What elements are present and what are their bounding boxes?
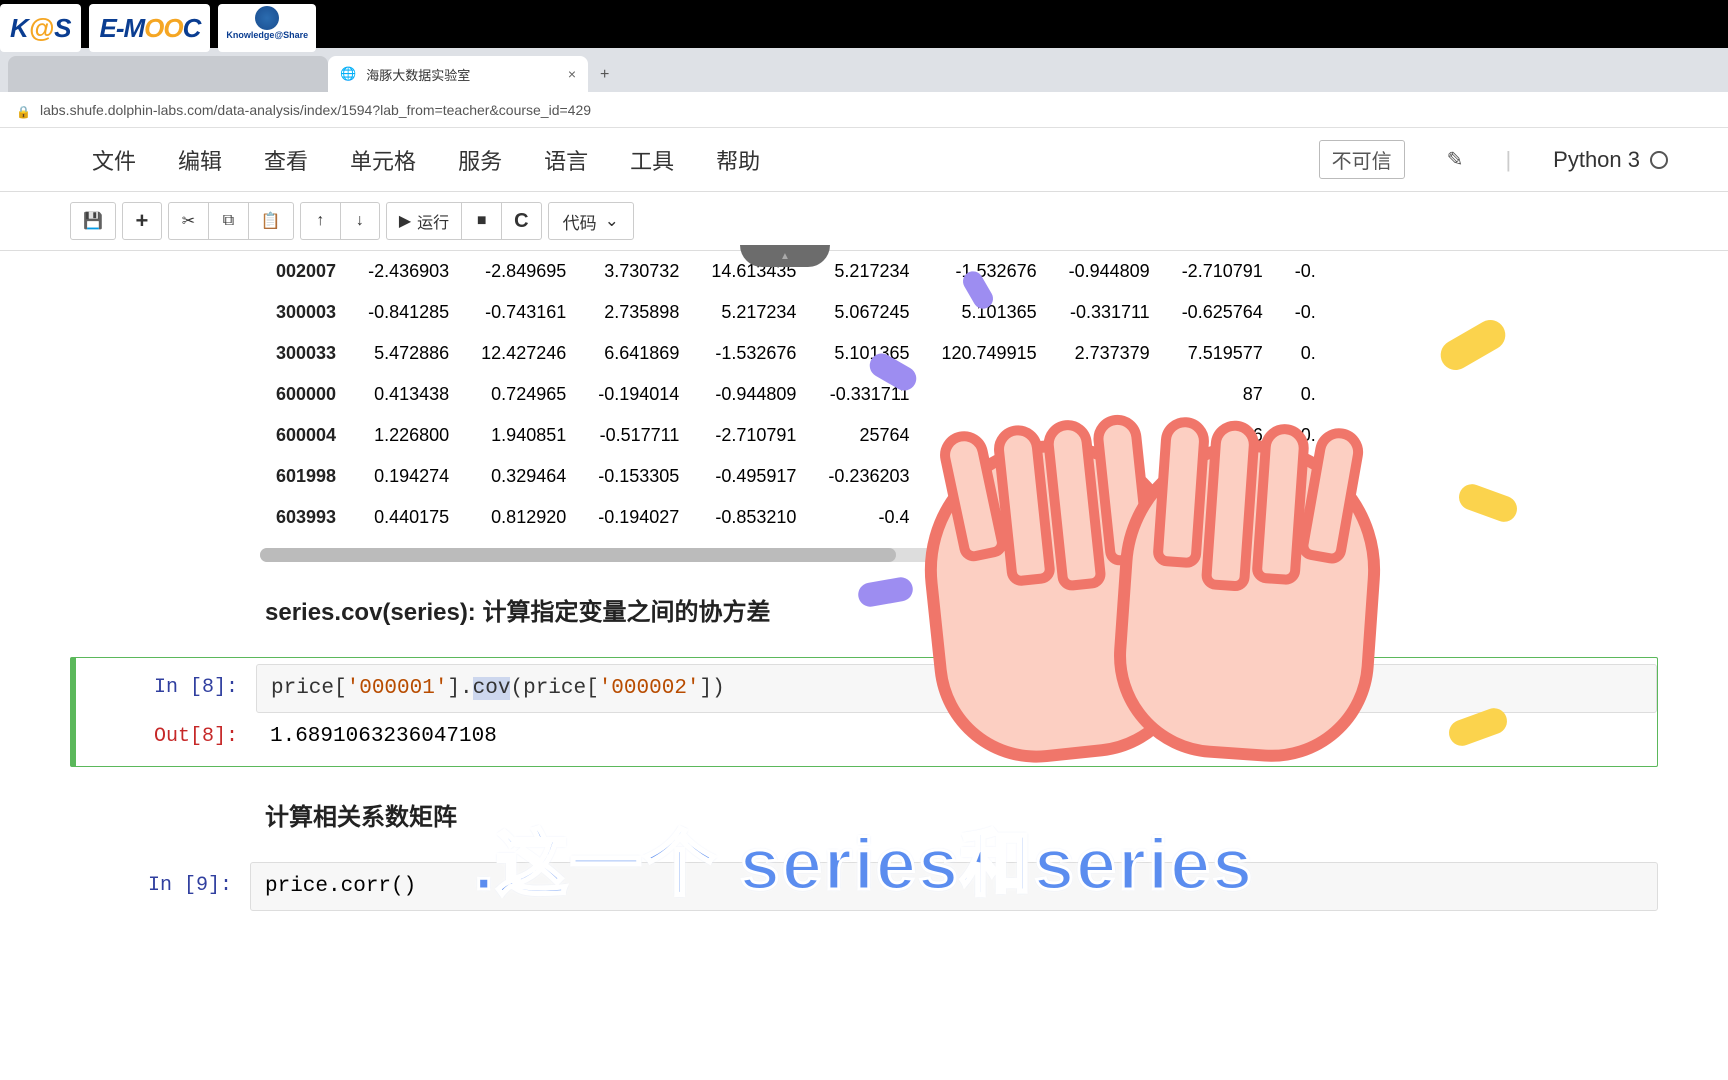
browser-tab-inactive[interactable] bbox=[8, 56, 328, 92]
table-cell: 1.940851 bbox=[465, 415, 582, 456]
table-cell: -2.710791 bbox=[695, 415, 812, 456]
stop-button[interactable]: ■ bbox=[461, 202, 501, 240]
menu-language[interactable]: 语言 bbox=[544, 144, 588, 176]
run-button[interactable]: ▶ 运行 bbox=[386, 202, 461, 240]
celltype-select[interactable]: 代码 ⌄ bbox=[548, 202, 634, 240]
menu-cell[interactable]: 单元格 bbox=[350, 144, 416, 176]
table-cell: 5.067245 bbox=[812, 292, 925, 333]
lock-icon bbox=[16, 103, 30, 117]
notebook-toolbar: 💾 + ✂ ⧉ 📋 ↑ ↓ ▶ 运行 ■ C 代码 ⌄ bbox=[0, 192, 1728, 251]
add-cell-button[interactable]: + bbox=[122, 202, 162, 240]
table-cell: -0.743161 bbox=[465, 292, 582, 333]
table-cell: -0.194027 bbox=[582, 497, 695, 538]
table-cell: 5.217234 bbox=[695, 292, 812, 333]
table-cell: -0.944809 bbox=[695, 374, 812, 415]
chevron-down-icon: ⌄ bbox=[605, 211, 619, 231]
table-cell: -0.153305 bbox=[582, 456, 695, 497]
kernel-status-icon bbox=[1650, 151, 1668, 169]
table-cell: -0.194014 bbox=[582, 374, 695, 415]
table-cell: 5.472886 bbox=[352, 333, 465, 374]
table-cell: 0.413438 bbox=[352, 374, 465, 415]
table-cell: 0.724965 bbox=[465, 374, 582, 415]
paste-button[interactable]: 📋 bbox=[248, 202, 294, 240]
table-cell: -0.517711 bbox=[582, 415, 695, 456]
logo-emooc: E-MOOC bbox=[89, 4, 210, 52]
menu-edit[interactable]: 编辑 bbox=[178, 144, 222, 176]
table-cell: -2.436903 bbox=[352, 251, 465, 292]
row-header: 300003 bbox=[260, 292, 352, 333]
in-prompt-8: In [8]: bbox=[76, 664, 256, 713]
menu-help[interactable]: 帮助 bbox=[716, 144, 760, 176]
save-button[interactable]: 💾 bbox=[70, 202, 116, 240]
table-cell: -2.710791 bbox=[1166, 251, 1279, 292]
table-cell: -1.532676 bbox=[926, 251, 1053, 292]
row-header: 601998 bbox=[260, 456, 352, 497]
table-cell: 0.329464 bbox=[465, 456, 582, 497]
output-collapse-handle[interactable] bbox=[740, 245, 830, 267]
move-up-button[interactable]: ↑ bbox=[300, 202, 340, 240]
kernel-indicator[interactable]: Python 3 bbox=[1553, 147, 1668, 173]
scrollbar-thumb[interactable] bbox=[260, 548, 896, 562]
subtitle-caption: .这一个 series和series bbox=[474, 805, 1254, 910]
row-header: 600004 bbox=[260, 415, 352, 456]
table-cell: 0.194274 bbox=[352, 456, 465, 497]
table-cell: -0.495917 bbox=[695, 456, 812, 497]
row-header: 600000 bbox=[260, 374, 352, 415]
table-cell: 0.812920 bbox=[465, 497, 582, 538]
row-header: 002007 bbox=[260, 251, 352, 292]
cut-button[interactable]: ✂ bbox=[168, 202, 208, 240]
table-cell: -2.849695 bbox=[465, 251, 582, 292]
tab-close-icon[interactable]: × bbox=[568, 66, 576, 82]
table-cell: 1.226800 bbox=[352, 415, 465, 456]
menu-kernel[interactable]: 服务 bbox=[458, 144, 502, 176]
logo-kas: K@S bbox=[0, 4, 81, 52]
table-cell: 3.730732 bbox=[582, 251, 695, 292]
table-cell: 12.427246 bbox=[465, 333, 582, 374]
edit-icon[interactable]: ✎ bbox=[1447, 147, 1464, 172]
new-tab-button[interactable]: + bbox=[588, 58, 621, 92]
menu-file[interactable]: 文件 bbox=[92, 144, 136, 176]
logo-knowledge-share: Knowledge@Share bbox=[218, 4, 316, 52]
restart-button[interactable]: C bbox=[501, 202, 541, 240]
trust-indicator[interactable]: 不可信 bbox=[1319, 140, 1405, 179]
tab-title: 海豚大数据实验室 bbox=[366, 65, 470, 84]
table-cell: -0. bbox=[1279, 251, 1332, 292]
table-cell: -0.236203 bbox=[812, 456, 925, 497]
copy-button[interactable]: ⧉ bbox=[208, 202, 248, 240]
table-cell: -0.4 bbox=[812, 497, 925, 538]
clapping-hands-sticker bbox=[918, 320, 1438, 800]
browser-tab-active[interactable]: 🌐 海豚大数据实验室 × bbox=[328, 56, 588, 92]
table-cell: -0.944809 bbox=[1053, 251, 1166, 292]
table-cell: -0.841285 bbox=[352, 292, 465, 333]
menu-tools[interactable]: 工具 bbox=[630, 144, 674, 176]
row-header: 300033 bbox=[260, 333, 352, 374]
menu-view[interactable]: 查看 bbox=[264, 144, 308, 176]
notebook-menubar: 文件 编辑 查看 单元格 服务 语言 工具 帮助 不可信 ✎ | Python … bbox=[0, 128, 1728, 192]
table-cell: -0.853210 bbox=[695, 497, 812, 538]
url-text: labs.shufe.dolphin-labs.com/data-analysi… bbox=[40, 102, 591, 118]
table-cell: 6.641869 bbox=[582, 333, 695, 374]
tab-favicon: 🌐 bbox=[340, 66, 356, 82]
table-cell: -1.532676 bbox=[695, 333, 812, 374]
table-cell: 5.217234 bbox=[812, 251, 925, 292]
in-prompt-9: In [9]: bbox=[70, 862, 250, 911]
out-prompt-8: Out[8]: bbox=[76, 713, 256, 760]
table-cell: 25764 bbox=[812, 415, 925, 456]
table-cell: 0.440175 bbox=[352, 497, 465, 538]
table-cell: 2.735898 bbox=[582, 292, 695, 333]
row-header: 603993 bbox=[260, 497, 352, 538]
move-down-button[interactable]: ↓ bbox=[340, 202, 380, 240]
address-bar[interactable]: labs.shufe.dolphin-labs.com/data-analysi… bbox=[0, 92, 1728, 128]
